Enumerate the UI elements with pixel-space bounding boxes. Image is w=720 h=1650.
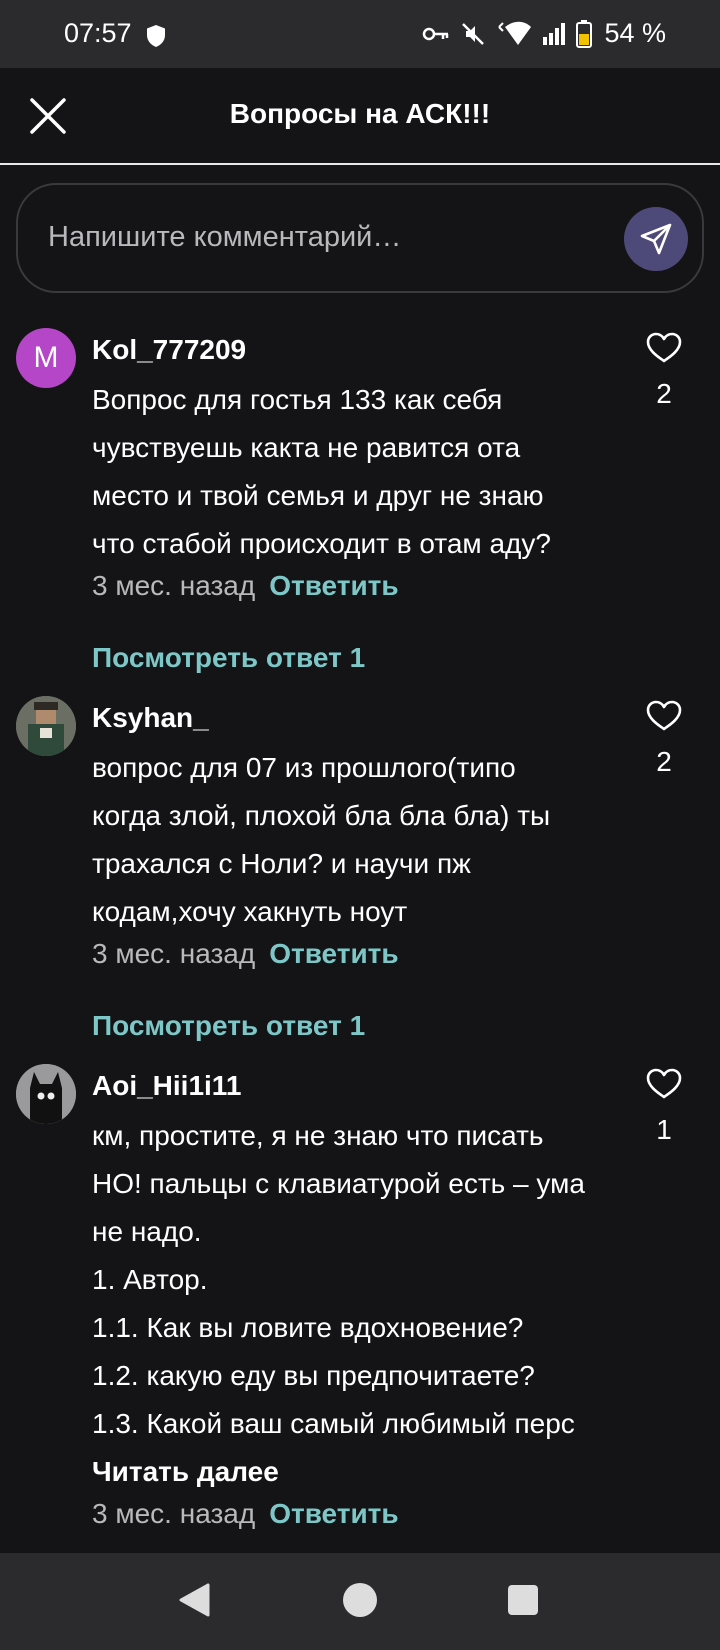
comment-line: чувствуешь какта не равится ота — [92, 432, 521, 463]
comment-meta: 3 мес. назад Ответить — [92, 938, 399, 970]
page-title: Вопросы на АСК!!! — [229, 98, 491, 129]
comment-time: 3 мес. назад — [92, 570, 256, 601]
send-icon — [640, 223, 672, 255]
comment-input[interactable] — [48, 215, 588, 259]
avatar[interactable]: M — [16, 328, 76, 388]
status-bar: 07:57 54 % — [0, 0, 720, 68]
comment-line: трахался с Ноли? и научи пж — [92, 848, 471, 879]
reply-button[interactable]: Ответить — [269, 1498, 398, 1529]
like-count: 2 — [656, 746, 672, 777]
comment-time: 3 мес. назад — [92, 1498, 256, 1529]
shield-icon — [147, 25, 165, 47]
header: Вопросы на АСК!!! — [0, 68, 720, 164]
comment-line: км, простите, я не знаю что писать — [92, 1120, 544, 1151]
status-icons: 54 % — [422, 18, 666, 49]
comment-time: 3 мес. назад — [92, 938, 256, 969]
reply-button[interactable]: Ответить — [269, 570, 398, 601]
wifi-icon — [498, 21, 532, 45]
comment-line: Вопрос для гостья 133 как себя — [92, 384, 503, 415]
status-time: 07:57 — [64, 18, 132, 48]
comment-meta: 3 мес. назад Ответить — [92, 570, 399, 602]
comment-username[interactable]: Aoi_Hii1i11 — [92, 1070, 241, 1102]
avatar-image — [16, 1064, 76, 1124]
comment-username[interactable]: Ksyhan_ — [92, 702, 209, 734]
view-replies-link[interactable]: Посмотреть ответ 1 — [92, 1010, 365, 1042]
recents-icon[interactable] — [508, 1585, 538, 1615]
signal-icon — [543, 22, 566, 45]
key-icon — [423, 27, 449, 40]
comment-line: что стабой происходит в отам аду? — [92, 528, 551, 559]
reply-button[interactable]: Ответить — [269, 938, 398, 969]
comment-line: НО! пальцы с клавиатурой есть – ума — [92, 1168, 585, 1199]
comment-line: кодам,хочу хакнуть ноут — [92, 896, 408, 927]
like-count: 1 — [656, 1114, 672, 1145]
heart-icon[interactable] — [646, 700, 682, 732]
view-replies-link[interactable]: Посмотреть ответ 1 — [92, 642, 365, 674]
comment-line: место и твой семья и друг не знаю — [92, 480, 544, 511]
comment-text: Вопрос для гостья 133 как себя чувствуеш… — [92, 376, 632, 568]
comment-line: не надо. — [92, 1216, 202, 1247]
read-more-link[interactable]: Читать далее — [92, 1448, 632, 1496]
like-count: 2 — [656, 378, 672, 409]
comment-text: вопрос для 07 из прошлого(типо когда зло… — [92, 744, 632, 936]
heart-icon[interactable] — [646, 332, 682, 364]
heart-icon[interactable] — [646, 1068, 682, 1100]
mute-icon — [462, 22, 485, 45]
home-icon[interactable] — [343, 1583, 377, 1617]
header-divider — [0, 163, 720, 165]
comment-line: 1.2. какую еду вы предпочитаете? — [92, 1360, 535, 1391]
comment-line: 1. Автор. — [92, 1264, 208, 1295]
back-icon[interactable] — [178, 1583, 210, 1617]
comment-meta: 3 мес. назад Ответить — [92, 1498, 399, 1530]
comment-username[interactable]: Kol_777209 — [92, 334, 246, 366]
comment-line: вопрос для 07 из прошлого(типо — [92, 752, 516, 783]
comment-line: когда злой, плохой бла бла бла) ты — [92, 800, 551, 831]
avatar[interactable] — [16, 1064, 76, 1124]
comment-composer — [16, 183, 704, 293]
battery-percent: 54 % — [604, 18, 666, 48]
battery-icon — [576, 19, 593, 48]
comment-line: 1.1. Как вы ловите вдохновение? — [92, 1312, 524, 1343]
send-button[interactable] — [624, 207, 688, 271]
system-nav-bar — [0, 1553, 720, 1650]
avatar[interactable] — [16, 696, 76, 756]
comment-text: км, простите, я не знаю что писать НО! п… — [92, 1112, 632, 1496]
comment-line: 1.3. Какой ваш самый любимый перс — [92, 1408, 575, 1439]
avatar-image — [16, 696, 76, 756]
